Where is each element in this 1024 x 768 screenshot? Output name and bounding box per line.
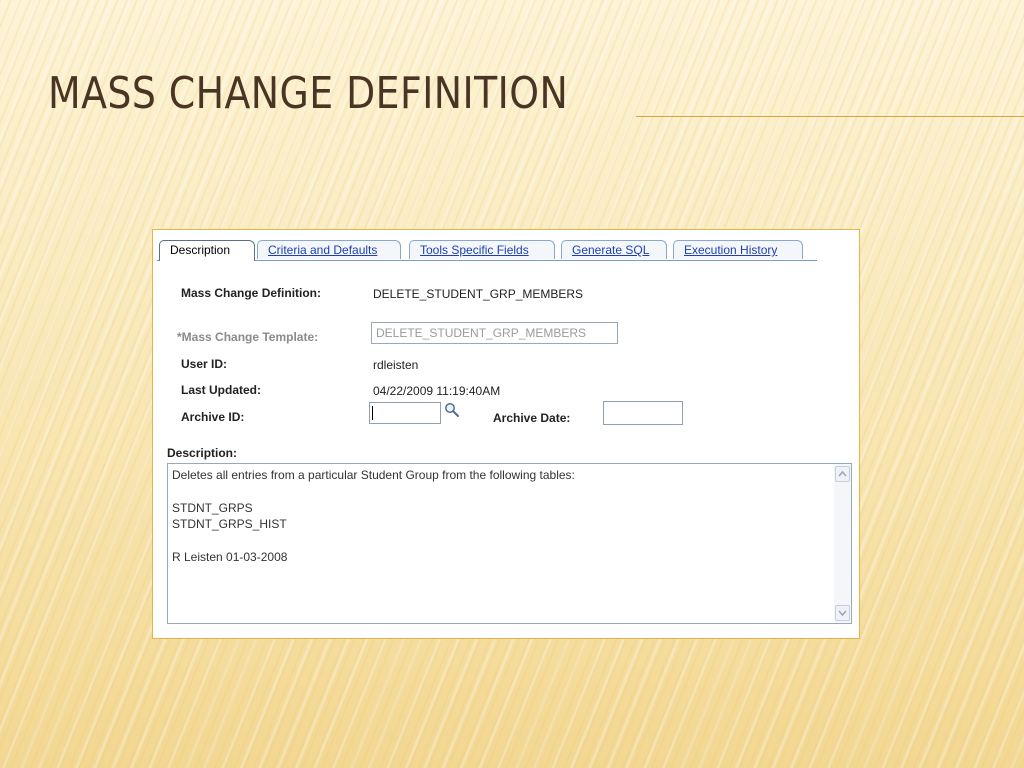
scroll-down-button[interactable] — [835, 605, 850, 621]
description-line: STDNT_GRPS_HIST — [172, 517, 287, 531]
title-rule — [636, 116, 1024, 117]
archive-date-label: Archive Date: — [493, 411, 571, 425]
mass-change-definition-value: DELETE_STUDENT_GRP_MEMBERS — [373, 287, 584, 301]
description-label: Description: — [167, 446, 238, 460]
description-line: STDNT_GRPS — [172, 501, 253, 515]
chevron-down-icon — [838, 610, 847, 617]
mass-change-template-field: DELETE_STUDENT_GRP_MEMBERS — [371, 322, 618, 344]
archive-id-input[interactable] — [369, 402, 441, 424]
last-updated-label: Last Updated: — [181, 383, 262, 397]
description-line: Deletes all entries from a particular St… — [172, 468, 575, 482]
peoplesoft-screenshot: Description Criteria and Defaults Tools … — [152, 229, 860, 639]
chevron-up-icon — [838, 470, 847, 477]
description-scrollbar[interactable] — [834, 464, 851, 623]
user-id-label: User ID: — [181, 357, 228, 371]
tab-criteria-and-defaults[interactable]: Criteria and Defaults — [257, 240, 401, 259]
scroll-up-button[interactable] — [835, 466, 850, 482]
archive-id-label: Archive ID: — [181, 410, 245, 424]
archive-date-input[interactable] — [603, 401, 683, 425]
tab-tools-specific-fields[interactable]: Tools Specific Fields — [409, 240, 555, 259]
mass-change-template-label: *Mass Change Template: — [177, 330, 319, 344]
magnifier-icon[interactable] — [444, 402, 460, 418]
text-cursor — [372, 406, 373, 420]
user-id-value: rdleisten — [373, 358, 419, 372]
last-updated-value: 04/22/2009 11:19:40AM — [373, 384, 501, 398]
description-textarea[interactable]: Deletes all entries from a particular St… — [167, 463, 852, 624]
slide-title: MASS CHANGE DEFINITION — [48, 68, 569, 119]
tab-bar: Description Criteria and Defaults Tools … — [157, 240, 817, 261]
tab-generate-sql[interactable]: Generate SQL — [561, 240, 667, 259]
tab-description[interactable]: Description — [159, 240, 255, 261]
tab-execution-history[interactable]: Execution History — [673, 240, 803, 259]
description-line: R Leisten 01-03-2008 — [172, 550, 288, 564]
mass-change-definition-label: Mass Change Definition: — [181, 286, 322, 300]
